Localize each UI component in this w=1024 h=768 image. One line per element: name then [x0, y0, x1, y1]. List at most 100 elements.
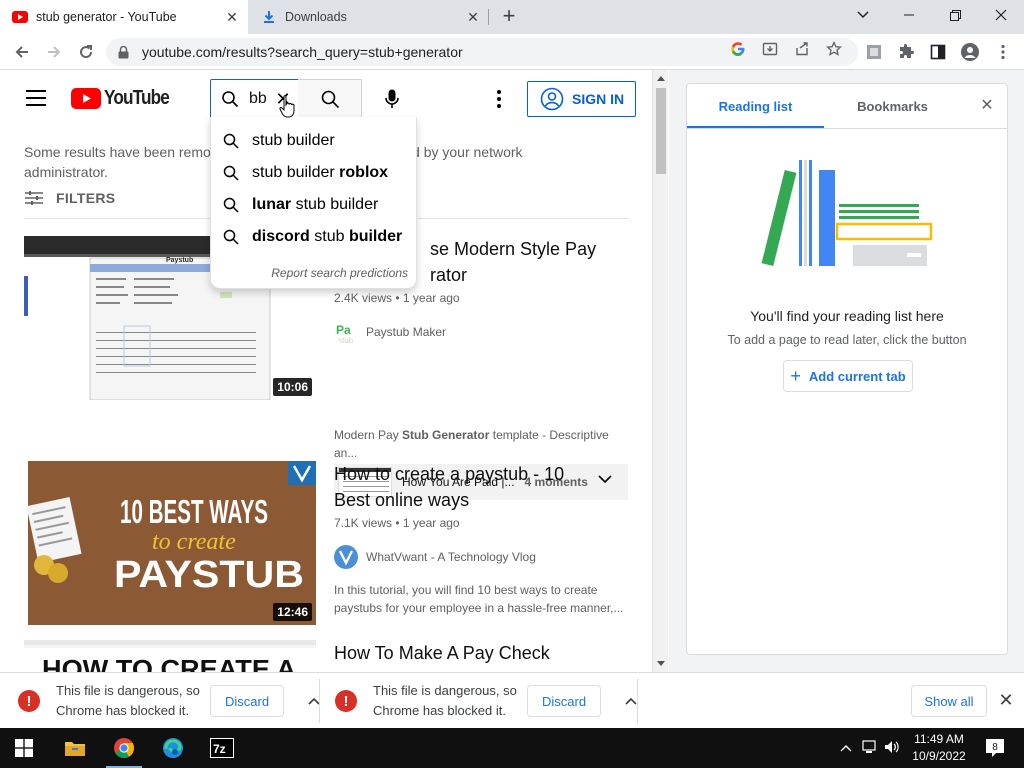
tab-bookmarks[interactable]: Bookmarks [824, 84, 961, 128]
video-thumbnail[interactable]: 10 BEST WAYS to create PAYSTUB 12:46 [24, 461, 316, 625]
forward-button[interactable] [41, 40, 67, 64]
video-title[interactable]: How To Make A Pay Check [334, 640, 624, 666]
report-predictions-link[interactable]: Report search predictions [271, 266, 408, 280]
new-tab-button[interactable]: + [498, 5, 520, 27]
tab-title: stub generator - YouTube [36, 10, 177, 24]
channel-avatar: Pa stub [334, 320, 358, 344]
svg-text:10 BEST WAYS: 10 BEST WAYS [120, 493, 268, 530]
tab-divider [687, 128, 1007, 129]
account-icon [540, 87, 564, 111]
tab-downloads[interactable]: Downloads ✕ [251, 0, 489, 34]
reload-button[interactable] [73, 40, 99, 64]
chevron-down-icon[interactable] [598, 473, 612, 487]
puzzle-extensions-icon[interactable] [896, 42, 916, 62]
video-title[interactable]: How to create a paystub - 10 Best online… [334, 461, 584, 513]
profile-avatar-icon[interactable] [960, 42, 980, 62]
share-icon[interactable] [793, 40, 811, 58]
tab-close-icon[interactable]: ✕ [224, 9, 240, 25]
youtube-logo[interactable]: YouTube [71, 87, 180, 110]
channel-link[interactable]: WhatVwant - A Technology Vlog [334, 545, 536, 569]
tab-close-icon[interactable]: ✕ [465, 9, 481, 25]
suggestion-item[interactable]: stub builder [211, 125, 416, 157]
video-duration: 12:46 [273, 603, 312, 621]
video-metadata: 2.4K views • 1 year ago [334, 291, 460, 305]
lock-icon[interactable] [118, 45, 132, 59]
file-explorer-icon[interactable] [51, 728, 99, 768]
guide-menu-icon[interactable] [26, 90, 46, 106]
tab-reading-list[interactable]: Reading list [687, 84, 824, 128]
filters-button[interactable]: FILTERS [24, 190, 115, 206]
paystub-title-thumbnail: 10 BEST WAYS to create PAYSTUB [24, 461, 316, 625]
scroll-down-arrow[interactable] [657, 661, 665, 666]
volume-icon[interactable] [884, 740, 900, 757]
channel-name: Paystub Maker [366, 325, 447, 339]
chevron-up-icon[interactable] [302, 689, 326, 713]
clock-date: 10/9/2022 [912, 749, 966, 763]
svg-text:Pa: Pa [336, 323, 351, 337]
chevron-up-icon[interactable] [619, 689, 643, 713]
notice-text-line2: administrator. [24, 164, 109, 180]
reading-list-illustration-icon [761, 160, 933, 267]
danger-warning-icon: ! [335, 690, 357, 712]
download-warning-text: This file is dangerous, so Chrome has blo… [373, 683, 517, 718]
settings-menu-icon[interactable] [488, 87, 510, 111]
suggestion-item[interactable]: lunar stub builder [211, 189, 416, 221]
youtube-page: YouTube bb ✕ SIGN IN Some results have b… [0, 70, 652, 672]
notification-center-icon[interactable]: 8 [984, 737, 1006, 759]
sign-in-label: SIGN IN [572, 91, 625, 107]
tray-expand-icon[interactable] [840, 740, 852, 755]
discard-button[interactable]: Discard [210, 685, 285, 717]
danger-warning-icon: ! [18, 690, 40, 712]
chrome-menu-icon[interactable] [993, 42, 1013, 62]
add-current-tab-button[interactable]: + Add current tab [783, 360, 913, 392]
search-icon [223, 197, 241, 213]
edge-icon[interactable] [149, 728, 197, 768]
download-item: ! This file is dangerous, so Chrome has b… [18, 673, 326, 729]
close-side-panel-icon[interactable]: ✕ [979, 98, 995, 114]
windows-start-icon[interactable] [0, 728, 48, 768]
svg-text:HOW TO CREATE A: HOW TO CREATE A [42, 654, 296, 672]
close-download-bar-icon[interactable]: ✕ [997, 691, 1015, 709]
page-scrollbar[interactable] [652, 70, 668, 672]
restore-button[interactable] [932, 0, 978, 30]
bookmark-star-icon[interactable] [825, 40, 843, 58]
clock-time: 11:49 AM [914, 732, 964, 746]
discard-button[interactable]: Discard [527, 685, 602, 717]
install-app-icon[interactable] [761, 40, 779, 58]
download-item: ! This file is dangerous, so Chrome has b… [335, 673, 643, 729]
7zip-icon[interactable]: 7z [198, 728, 246, 768]
search-query-text: bb [249, 90, 267, 107]
svg-text:stub: stub [338, 336, 354, 344]
reading-list-subtext: To add a page to read later, click the b… [727, 333, 967, 347]
video-thumbnail[interactable]: HOW TO CREATE A [24, 640, 316, 672]
google-icon[interactable] [729, 40, 747, 58]
scrollbar-thumb[interactable] [656, 88, 666, 174]
suggestion-item[interactable]: stub builder roblox [211, 157, 416, 189]
suggestion-item[interactable]: discord stub builder [211, 221, 416, 253]
svg-text:Paystub: Paystub [166, 257, 193, 264]
back-button[interactable] [9, 40, 35, 64]
svg-text:7z: 7z [213, 742, 226, 756]
search-icon [221, 90, 241, 108]
tab-youtube[interactable]: stub generator - YouTube ✕ [0, 0, 248, 34]
download-bar: ! This file is dangerous, so Chrome has b… [0, 672, 1024, 728]
channel-link[interactable]: Pa stub Paystub Maker [334, 320, 446, 344]
hand-cursor-icon [279, 95, 295, 118]
close-window-button[interactable] [978, 0, 1024, 30]
side-panel-icon[interactable] [928, 42, 948, 62]
sign-in-button[interactable]: SIGN IN [527, 81, 636, 117]
network-icon[interactable] [862, 740, 878, 757]
system-clock[interactable]: 11:49 AM 10/9/2022 [906, 731, 972, 765]
notice-text: Some results have been remov [24, 144, 218, 160]
scroll-up-arrow[interactable] [657, 76, 665, 81]
minimize-button[interactable] [886, 0, 932, 30]
show-all-downloads-button[interactable]: Show all [911, 685, 987, 717]
search-button[interactable] [298, 79, 362, 119]
voice-search-button[interactable] [376, 83, 408, 115]
chrome-icon[interactable] [100, 728, 148, 768]
video-description: Modern Pay Stub Generator template - Des… [334, 428, 609, 460]
youtube-play-icon [71, 88, 101, 109]
plus-icon: + [790, 365, 801, 386]
extension-icon[interactable] [864, 42, 884, 62]
tab-search-button[interactable] [840, 0, 886, 30]
